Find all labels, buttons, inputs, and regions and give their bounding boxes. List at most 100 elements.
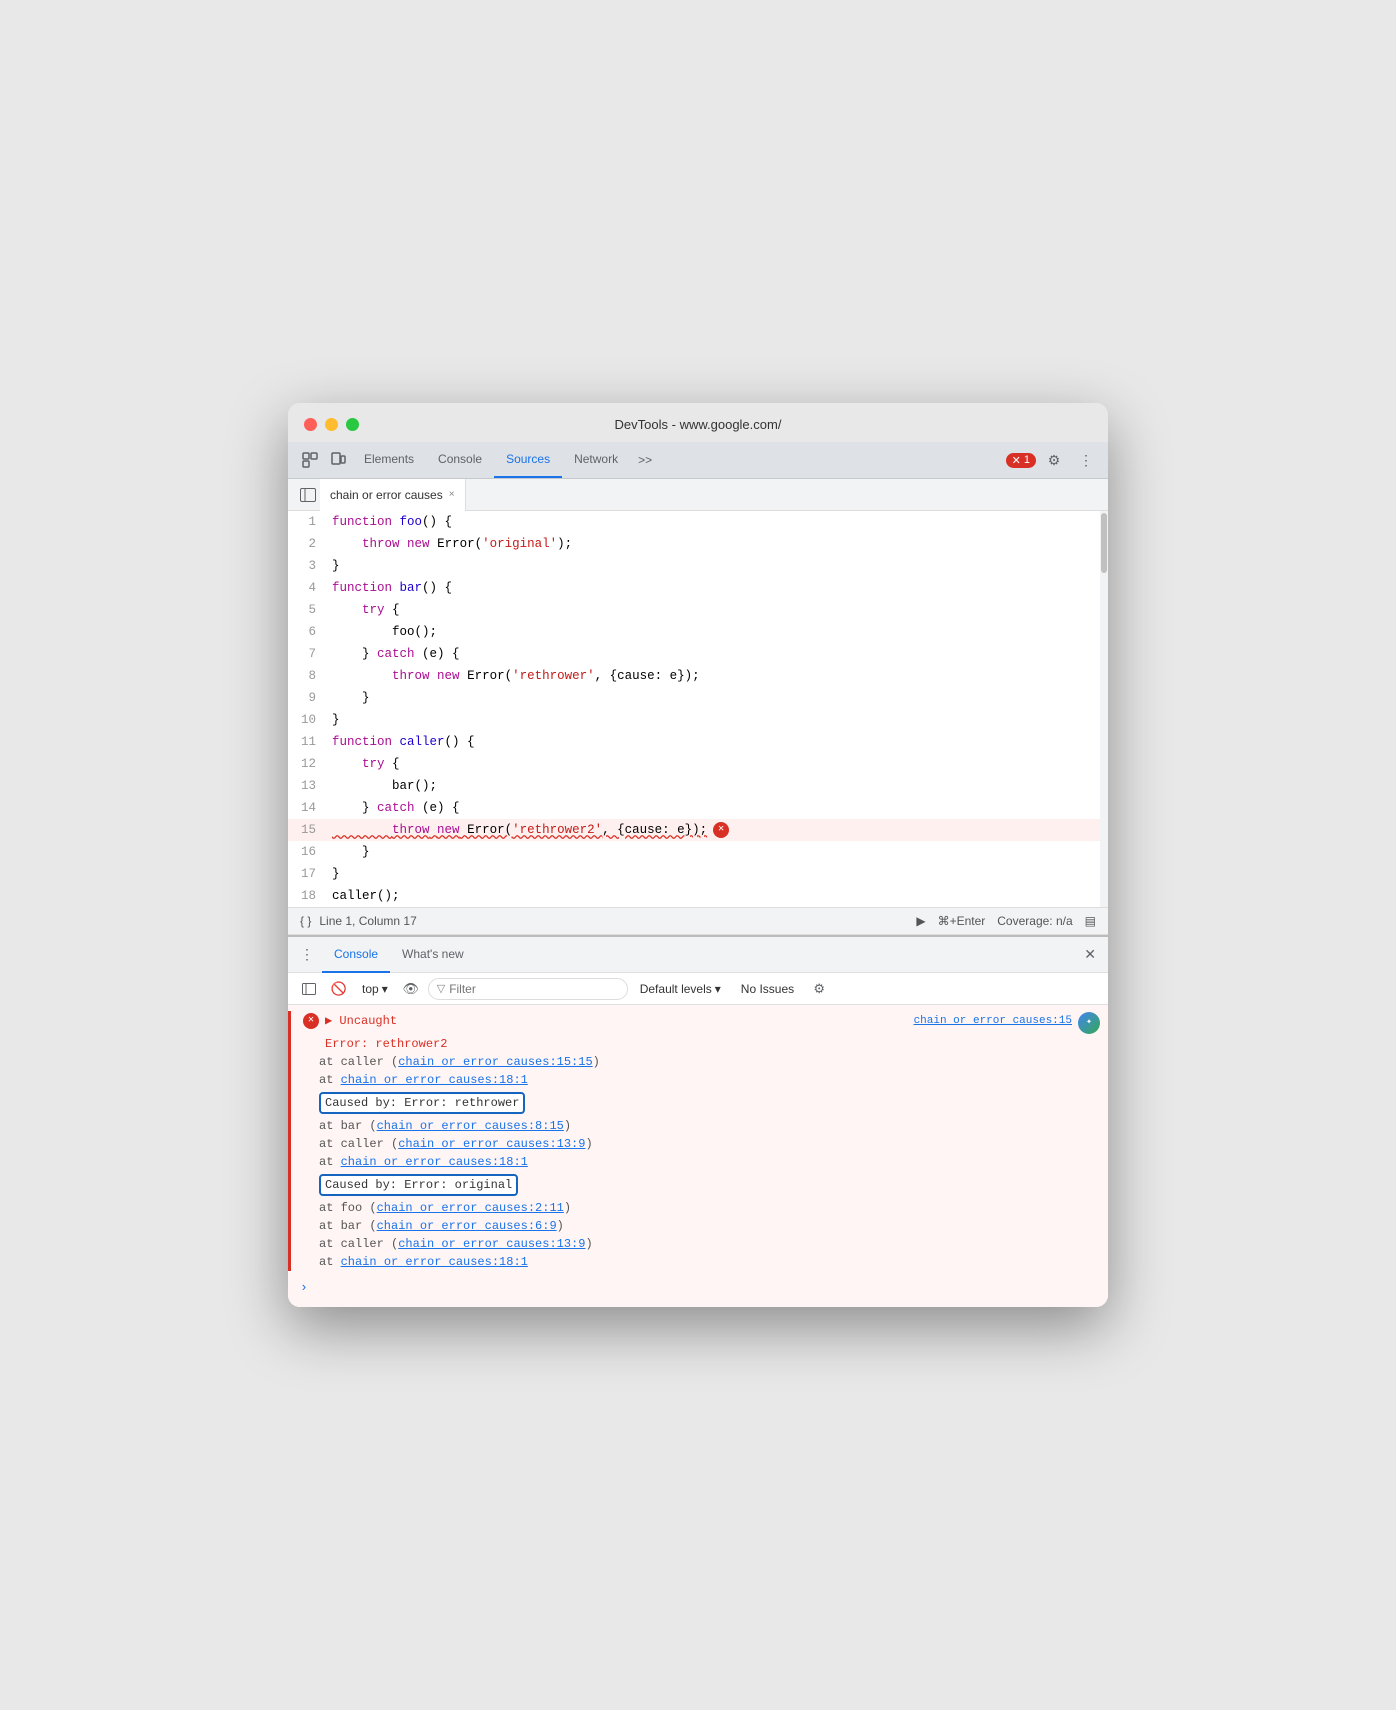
at-chain-18-3-row: at chain or error causes:18:1 (291, 1253, 1108, 1271)
code-line-15: 15 throw new Error('rethrower2', {cause:… (288, 819, 1108, 841)
device-toolbar-icon[interactable] (324, 442, 352, 478)
run-icon[interactable]: ▶ (916, 914, 925, 928)
at-caller-2-row: at caller (chain or error causes:13:9) (291, 1135, 1108, 1153)
uncaught-label: ▶ Uncaught (325, 1012, 914, 1030)
link-bar-1[interactable]: chain or error causes:8:15 (377, 1119, 564, 1133)
tab-sources[interactable]: Sources (494, 442, 562, 478)
link-caller-3[interactable]: chain or error causes:13:9 (398, 1237, 585, 1251)
code-line-18: 18 caller(); (288, 885, 1108, 907)
console-error-block: ✕ ▶ Uncaught chain or error causes:15 ✦ … (288, 1011, 1108, 1271)
prompt-arrow-icon: › (300, 1279, 308, 1297)
filter-container: ▽ (428, 978, 628, 1000)
error-badge[interactable]: ✕ 1 (1006, 453, 1036, 468)
code-lines: 1 function foo() { 2 throw new Error('or… (288, 511, 1108, 907)
run-shortcut: ⌘+Enter (938, 914, 986, 928)
code-line-3: 3 } (288, 555, 1108, 577)
tab-whats-new[interactable]: What's new (390, 937, 476, 973)
at-caller-1-row: at caller (chain or error causes:15:15) (291, 1053, 1108, 1071)
caused-by-box-1: Caused by: Error: rethrower (319, 1092, 525, 1114)
console-close-icon[interactable]: ✕ (1084, 946, 1096, 963)
caused-by-box-2: Caused by: Error: original (319, 1174, 518, 1196)
window-title: DevTools - www.google.com/ (615, 417, 782, 432)
devtools-tabbar: Elements Console Sources Network >> ✕ 1 … (288, 442, 1108, 479)
console-output: ✕ ▶ Uncaught chain or error causes:15 ✦ … (288, 1005, 1108, 1307)
default-levels-button[interactable]: Default levels ▾ (632, 980, 729, 998)
more-options-icon[interactable]: ⋮ (1072, 442, 1100, 478)
code-line-10: 10 } (288, 709, 1108, 731)
console-settings-icon[interactable]: ⚙ (806, 976, 832, 1002)
titlebar: DevTools - www.google.com/ (288, 403, 1108, 442)
window-controls (304, 418, 359, 431)
code-line-6: 6 foo(); (288, 621, 1108, 643)
console-section: ⋮ Console What's new ✕ 🚫 top ▾ 👁 (288, 935, 1108, 1307)
console-sidebar-toggle[interactable] (296, 976, 322, 1002)
file-tab-chain-error[interactable]: chain or error causes × (320, 479, 466, 511)
filter-icon: ▽ (437, 982, 445, 995)
devtools-window: DevTools - www.google.com/ Elements Cons… (288, 403, 1108, 1307)
no-issues-button[interactable]: No Issues (733, 980, 802, 998)
status-bar-right: ▶ ⌘+Enter Coverage: n/a ▤ (916, 914, 1096, 928)
status-bar: { } Line 1, Column 17 ▶ ⌘+Enter Coverage… (288, 907, 1108, 935)
at-foo-1-row: at foo (chain or error causes:2:11) (291, 1199, 1108, 1217)
code-line-13: 13 bar(); (288, 775, 1108, 797)
error-source-link[interactable]: chain or error causes:15 (914, 1012, 1072, 1030)
link-caller-1[interactable]: chain or error causes:15:15 (398, 1055, 592, 1069)
link-chain-18-1[interactable]: chain or error causes:18:1 (341, 1073, 528, 1087)
tab-console[interactable]: Console (426, 442, 494, 478)
code-line-4: 4 function bar() { (288, 577, 1108, 599)
coverage-icon[interactable]: ▤ (1085, 914, 1096, 928)
tab-console-panel[interactable]: Console (322, 937, 390, 973)
sidebar-toggle-icon[interactable] (296, 483, 320, 507)
chevron-down-icon-levels: ▾ (715, 982, 721, 996)
code-line-5: 5 try { (288, 599, 1108, 621)
devtools-right-controls: ✕ 1 ⚙ ⋮ (1006, 442, 1100, 478)
cursor-position: Line 1, Column 17 (319, 914, 416, 928)
link-foo-1[interactable]: chain or error causes:2:11 (377, 1201, 564, 1215)
editor-scrollbar[interactable] (1100, 511, 1108, 907)
error-marker: ✕ (713, 822, 729, 838)
close-button[interactable] (304, 418, 317, 431)
at-chain-18-1-row: at chain or error causes:18:1 (291, 1071, 1108, 1089)
file-tab-close-icon[interactable]: × (449, 489, 455, 500)
link-chain-18-2[interactable]: chain or error causes:18:1 (341, 1155, 528, 1169)
tab-network[interactable]: Network (562, 442, 630, 478)
code-editor: 1 function foo() { 2 throw new Error('or… (288, 511, 1108, 907)
console-prompt: › (288, 1271, 1108, 1301)
console-menu-icon[interactable]: ⋮ (300, 946, 314, 963)
scrollbar-thumb[interactable] (1101, 513, 1107, 573)
code-line-8: 8 throw new Error('rethrower', {cause: e… (288, 665, 1108, 687)
error-icon: ✕ (1012, 454, 1021, 467)
code-line-16: 16 } (288, 841, 1108, 863)
ai-help-button[interactable]: ✦ (1078, 1012, 1100, 1034)
code-line-7: 7 } catch (e) { (288, 643, 1108, 665)
clear-console-icon[interactable]: 🚫 (326, 976, 352, 1002)
link-bar-2[interactable]: chain or error causes:6:9 (377, 1219, 557, 1233)
at-chain-18-2-row: at chain or error causes:18:1 (291, 1153, 1108, 1171)
filter-input[interactable] (449, 982, 619, 996)
code-line-11: 11 function caller() { (288, 731, 1108, 753)
link-chain-18-3[interactable]: chain or error causes:18:1 (341, 1255, 528, 1269)
code-line-14: 14 } catch (e) { (288, 797, 1108, 819)
eye-icon[interactable]: 👁 (398, 976, 424, 1002)
format-braces-icon[interactable]: { } (300, 914, 311, 928)
code-line-1: 1 function foo() { (288, 511, 1108, 533)
minimize-button[interactable] (325, 418, 338, 431)
execution-context-selector[interactable]: top ▾ (356, 980, 394, 998)
inspect-element-icon[interactable] (296, 442, 324, 478)
code-line-9: 9 } (288, 687, 1108, 709)
settings-icon[interactable]: ⚙ (1040, 442, 1068, 478)
at-caller-3-row: at caller (chain or error causes:13:9) (291, 1235, 1108, 1253)
code-line-2: 2 throw new Error('original'); (288, 533, 1108, 555)
maximize-button[interactable] (346, 418, 359, 431)
tab-elements[interactable]: Elements (352, 442, 426, 478)
console-toolbar: 🚫 top ▾ 👁 ▽ Default levels ▾ No Issues ⚙ (288, 973, 1108, 1005)
console-header: ⋮ Console What's new ✕ (288, 937, 1108, 973)
link-caller-2[interactable]: chain or error causes:13:9 (398, 1137, 585, 1151)
more-tabs-button[interactable]: >> (630, 442, 660, 478)
at-bar-2-row: at bar (chain or error causes:6:9) (291, 1217, 1108, 1235)
error-rethrower2-row: Error: rethrower2 (291, 1035, 1108, 1053)
file-tabbar: chain or error causes × (288, 479, 1108, 511)
coverage-label: Coverage: n/a (997, 914, 1072, 928)
caused-by-2-row: Caused by: Error: original (291, 1174, 1108, 1196)
chevron-down-icon: ▾ (382, 982, 388, 996)
